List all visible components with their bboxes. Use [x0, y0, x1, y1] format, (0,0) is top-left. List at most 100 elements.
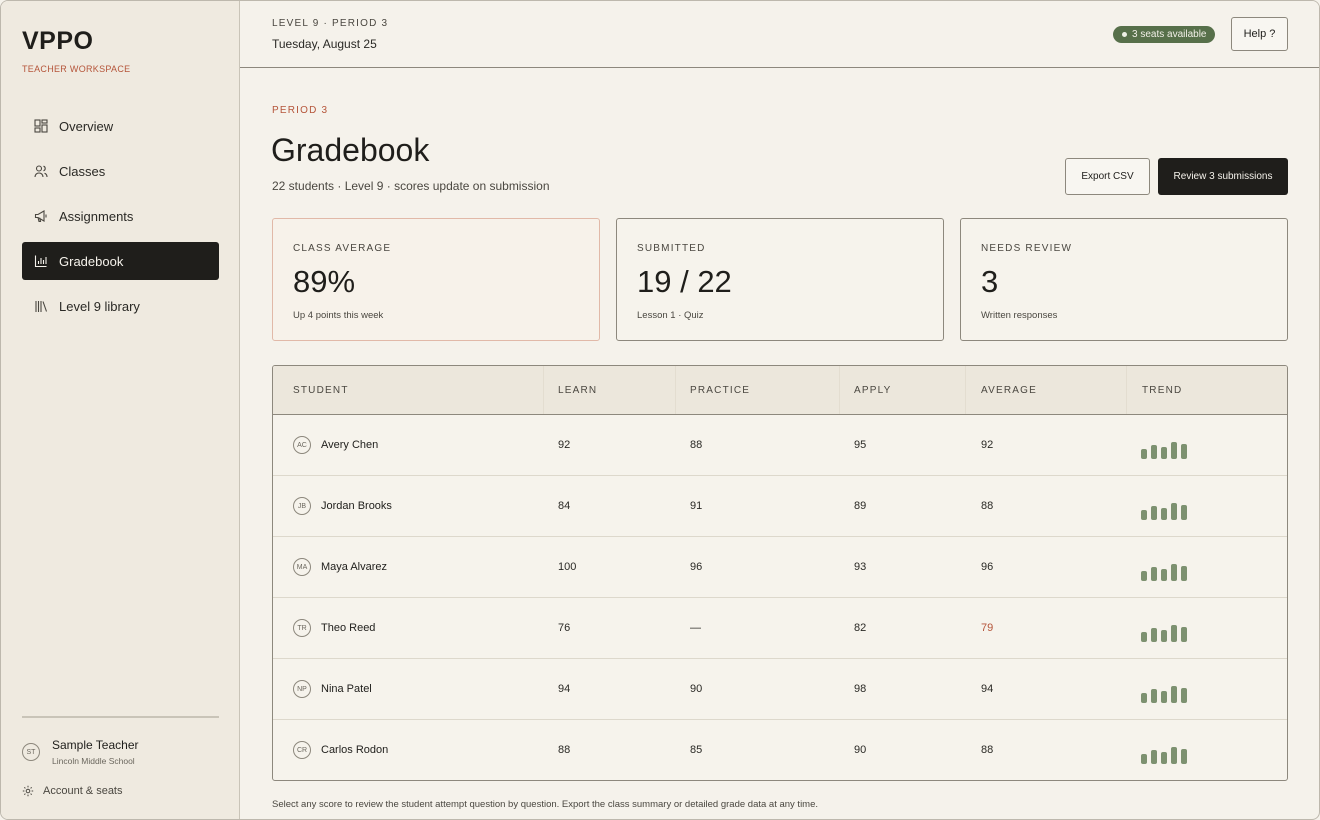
trend-bar: [1181, 505, 1187, 520]
apply-score[interactable]: 98: [854, 659, 866, 719]
student-cell[interactable]: MA Maya Alvarez: [293, 537, 387, 597]
learn-score[interactable]: 76: [558, 598, 570, 658]
trend-bar: [1171, 564, 1177, 581]
apply-score[interactable]: 90: [854, 720, 866, 780]
average-score[interactable]: 79: [981, 598, 993, 658]
table-row[interactable]: CR Carlos Rodon 88 85 90 88: [273, 720, 1287, 780]
average-score[interactable]: 88: [981, 476, 993, 536]
table-row[interactable]: JB Jordan Brooks 84 91 89 88: [273, 476, 1287, 537]
learn-score[interactable]: 94: [558, 659, 570, 719]
trend-sparkline: [1141, 415, 1201, 475]
trend-bar: [1161, 691, 1167, 703]
column-header-student[interactable]: STUDENT: [293, 366, 349, 414]
average-score[interactable]: 96: [981, 537, 993, 597]
review-submissions-button[interactable]: Review 3 submissions: [1158, 158, 1288, 195]
trend-bar: [1141, 449, 1147, 459]
trend-bar: [1161, 569, 1167, 581]
seats-label: 3 seats available: [1132, 29, 1207, 40]
column-header-learn[interactable]: LEARN: [558, 366, 597, 414]
avatar: TR: [293, 619, 311, 637]
sidebar-item-gradebook[interactable]: Gradebook: [22, 242, 219, 280]
page-subtitle: 22 students · Level 9 · scores update on…: [272, 179, 550, 193]
top-bar: LEVEL 9 · PERIOD 3 Tuesday, August 25 3 …: [240, 1, 1319, 68]
apply-score[interactable]: 89: [854, 476, 866, 536]
practice-score[interactable]: 90: [690, 659, 702, 719]
user-profile[interactable]: ST Sample Teacher Lincoln Middle School: [22, 738, 139, 766]
export-csv-button[interactable]: Export CSV: [1065, 158, 1150, 195]
column-header-practice[interactable]: PRACTICE: [690, 366, 750, 414]
trend-bar: [1161, 447, 1167, 459]
student-cell[interactable]: AC Avery Chen: [293, 415, 378, 475]
stat-note: Lesson 1 · Quiz: [637, 310, 704, 321]
learn-score[interactable]: 84: [558, 476, 570, 536]
student-name: Avery Chen: [321, 439, 379, 451]
apply-score[interactable]: 93: [854, 537, 866, 597]
avatar: CR: [293, 741, 311, 759]
practice-score[interactable]: 85: [690, 720, 702, 780]
table-row[interactable]: TR Theo Reed 76 — 82 79: [273, 598, 1287, 659]
trend-bar: [1141, 510, 1147, 520]
sidebar-item-label: Overview: [59, 118, 114, 134]
table-row[interactable]: MA Maya Alvarez 100 96 93 96: [273, 537, 1287, 598]
learn-score[interactable]: 92: [558, 415, 570, 475]
sidebar-item-overview[interactable]: Overview: [22, 107, 219, 145]
trend-bar: [1141, 754, 1147, 764]
trend-bar: [1151, 628, 1157, 642]
sidebar-item-label: Level 9 library: [59, 298, 140, 314]
sidebar-item-library[interactable]: Level 9 library: [22, 287, 219, 325]
sidebar-item-assignments[interactable]: Assignments: [22, 197, 219, 235]
grid-icon: [34, 119, 48, 133]
trend-sparkline: [1141, 537, 1201, 597]
help-button[interactable]: Help ?: [1231, 17, 1288, 51]
stat-label: SUBMITTED: [637, 243, 706, 254]
trend-bar: [1181, 566, 1187, 581]
trend-bar: [1161, 508, 1167, 520]
average-score[interactable]: 94: [981, 659, 993, 719]
account-seats-link[interactable]: Account & seats: [22, 785, 123, 797]
trend-bar: [1181, 627, 1187, 642]
brand-subtitle: TEACHER WORKSPACE: [22, 64, 131, 74]
learn-score[interactable]: 88: [558, 720, 570, 780]
page-title: Gradebook: [271, 132, 430, 168]
column-divider: [543, 366, 544, 414]
megaphone-icon: [34, 209, 48, 223]
stat-value: 19 / 22: [637, 264, 732, 299]
trend-sparkline: [1141, 598, 1201, 658]
practice-score[interactable]: —: [690, 598, 701, 658]
sidebar-item-label: Gradebook: [59, 253, 124, 269]
trend-bar: [1151, 567, 1157, 581]
column-header-apply[interactable]: APPLY: [854, 366, 892, 414]
table-row[interactable]: NP Nina Patel 94 90 98 94: [273, 659, 1287, 720]
account-label: Account & seats: [43, 785, 123, 797]
student-cell[interactable]: TR Theo Reed: [293, 598, 375, 658]
avatar: AC: [293, 436, 311, 454]
student-name: Nina Patel: [321, 683, 372, 695]
column-divider: [1126, 366, 1127, 414]
practice-score[interactable]: 96: [690, 537, 702, 597]
learn-score[interactable]: 100: [558, 537, 576, 597]
status-dot-icon: [1122, 32, 1127, 37]
student-name: Jordan Brooks: [321, 500, 392, 512]
trend-bar: [1151, 506, 1157, 520]
stat-value: 3: [981, 264, 999, 299]
student-cell[interactable]: CR Carlos Rodon: [293, 720, 388, 780]
page-eyebrow: PERIOD 3: [272, 105, 329, 116]
practice-score[interactable]: 88: [690, 415, 702, 475]
apply-score[interactable]: 95: [854, 415, 866, 475]
average-score[interactable]: 92: [981, 415, 993, 475]
apply-score[interactable]: 82: [854, 598, 866, 658]
table-row[interactable]: AC Avery Chen 92 88 95 92: [273, 415, 1287, 476]
stat-note: Written responses: [981, 310, 1058, 321]
student-cell[interactable]: NP Nina Patel: [293, 659, 372, 719]
student-cell[interactable]: JB Jordan Brooks: [293, 476, 392, 536]
trend-bar: [1171, 442, 1177, 459]
brand-logo[interactable]: VPPO: [22, 27, 93, 56]
sidebar-item-classes[interactable]: Classes: [22, 152, 219, 190]
practice-score[interactable]: 91: [690, 476, 702, 536]
column-header-average[interactable]: AVERAGE: [981, 366, 1037, 414]
trend-bar: [1171, 625, 1177, 642]
trend-bar: [1161, 630, 1167, 642]
column-header-trend: TREND: [1142, 384, 1183, 396]
sidebar-nav: Overview Classes Assignments Gradebook L…: [22, 107, 219, 332]
average-score[interactable]: 88: [981, 720, 993, 780]
